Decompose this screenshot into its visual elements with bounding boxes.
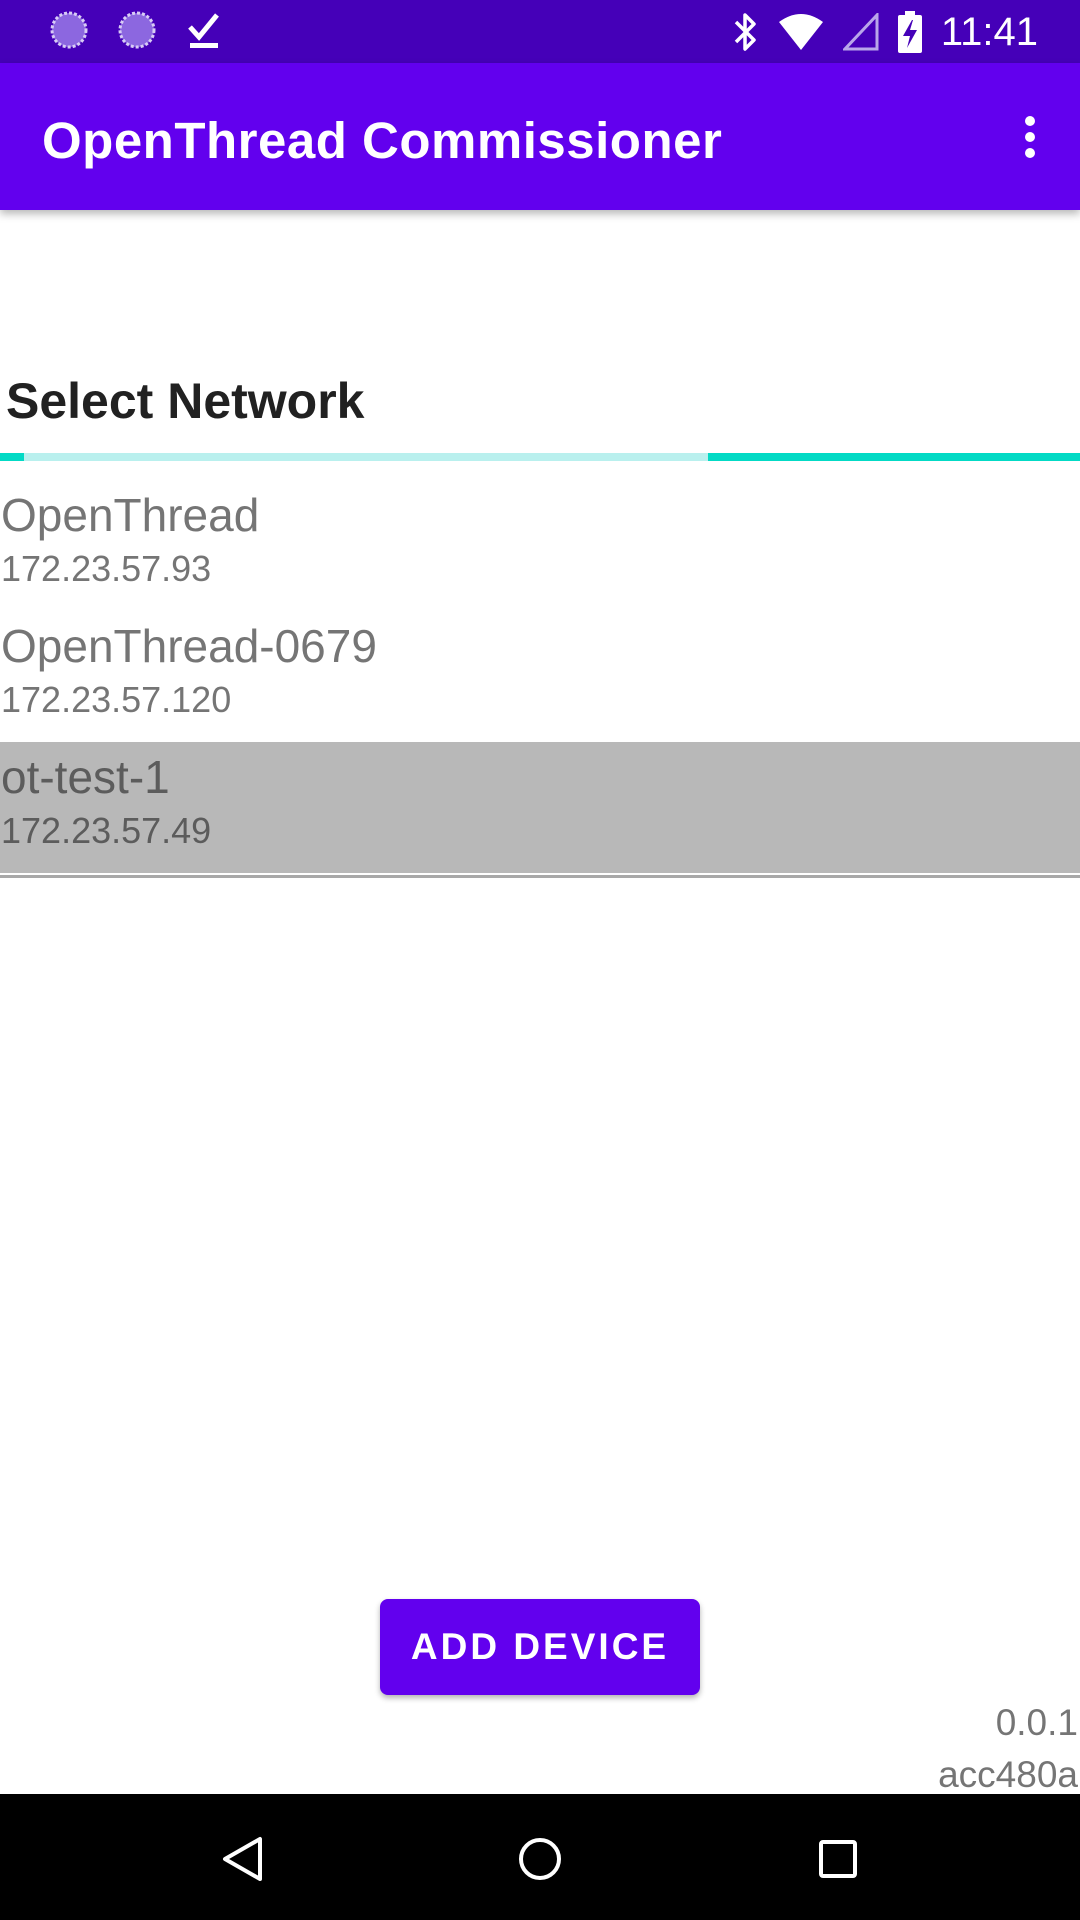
network-ip: 172.23.57.93 bbox=[1, 548, 212, 589]
screen: 11:41 OpenThread Commissioner Select Net… bbox=[0, 0, 1080, 1920]
navigation-bar bbox=[0, 1794, 1080, 1920]
network-list: OpenThread 172.23.57.93 OpenThread-0679 … bbox=[0, 480, 1080, 873]
sync-icon bbox=[50, 11, 88, 49]
recents-button[interactable] bbox=[798, 1819, 878, 1899]
back-icon bbox=[223, 1837, 262, 1881]
network-name: ot-test-1 bbox=[1, 751, 170, 803]
progress-indicator bbox=[0, 453, 24, 461]
download-done-icon bbox=[188, 13, 219, 48]
version-info: 0.0.1 acc480a bbox=[938, 1697, 1078, 1801]
network-name: OpenThread bbox=[1, 489, 260, 541]
wifi-icon bbox=[778, 14, 823, 50]
progress-indicator bbox=[708, 453, 1080, 461]
status-time: 11:41 bbox=[940, 9, 1038, 54]
network-item-selected[interactable]: ot-test-1 172.23.57.49 bbox=[0, 742, 1080, 873]
bluetooth-icon bbox=[734, 13, 756, 51]
network-ip: 172.23.57.49 bbox=[1, 810, 212, 851]
add-device-button[interactable]: ADD DEVICE bbox=[380, 1599, 700, 1695]
system-icons: 11:41 bbox=[733, 6, 1038, 58]
version-number: 0.0.1 bbox=[995, 1702, 1078, 1743]
recents-icon bbox=[819, 1840, 857, 1878]
network-ip: 172.23.57.120 bbox=[1, 679, 232, 720]
sync-icon bbox=[118, 11, 156, 49]
network-name: OpenThread-0679 bbox=[1, 620, 377, 672]
app-bar: OpenThread Commissioner bbox=[0, 63, 1080, 210]
list-divider bbox=[0, 875, 1080, 878]
notification-icons bbox=[48, 9, 224, 51]
network-item[interactable]: OpenThread-0679 172.23.57.120 bbox=[0, 611, 1080, 742]
section-title: Select Network bbox=[6, 373, 365, 429]
status-bar: 11:41 bbox=[0, 0, 1080, 63]
more-vert-icon bbox=[1025, 116, 1035, 158]
progress-bar bbox=[0, 453, 1080, 461]
home-button[interactable] bbox=[500, 1819, 580, 1899]
back-button[interactable] bbox=[202, 1819, 282, 1899]
network-item[interactable]: OpenThread 172.23.57.93 bbox=[0, 480, 1080, 611]
app-title: OpenThread Commissioner bbox=[42, 112, 723, 169]
home-icon bbox=[519, 1838, 561, 1880]
battery-charging-icon bbox=[897, 11, 922, 53]
cellular-signal-icon bbox=[842, 13, 879, 51]
overflow-menu-button[interactable] bbox=[1000, 101, 1060, 173]
